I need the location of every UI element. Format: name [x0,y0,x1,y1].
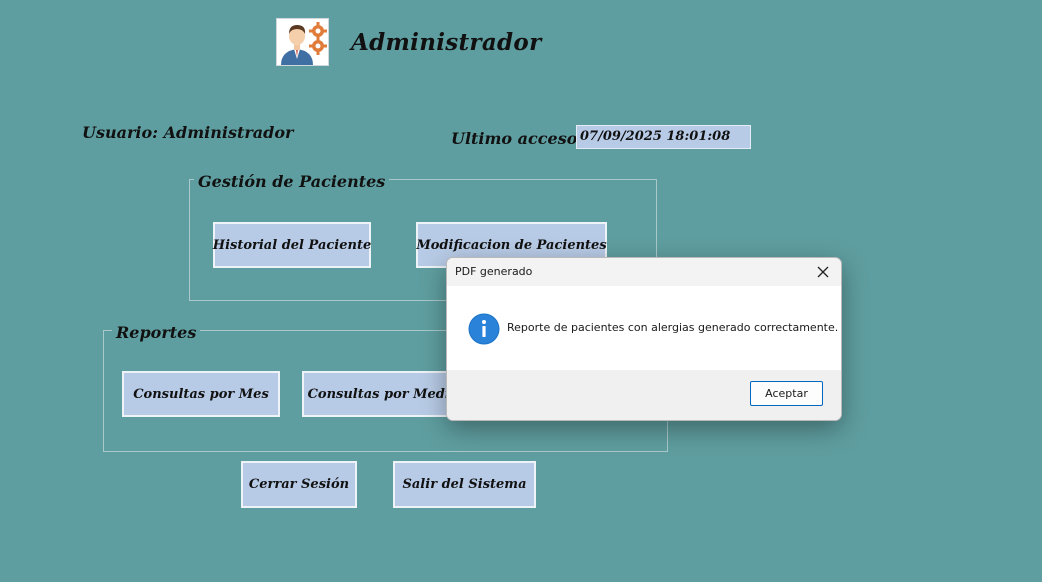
last-access-field: 07/09/2025 18:01:08 [576,125,751,149]
exit-system-button[interactable]: Salir del Sistema [393,461,536,508]
dialog-footer: Aceptar [447,370,841,420]
logout-button[interactable]: Cerrar Sesión [241,461,357,508]
accept-button[interactable]: Aceptar [750,381,823,406]
dialog-title: PDF generado [455,265,533,278]
user-label: Usuario: Administrador [82,123,294,142]
page-title: Administrador [351,29,542,56]
info-icon [468,313,500,349]
patients-group-title: Gestión de Pacientes [194,172,390,191]
close-icon[interactable] [811,260,835,284]
dialog-titlebar: PDF generado [447,258,841,286]
pdf-generated-dialog: PDF generado Reporte de pacientes con al… [446,257,842,421]
reports-group-title: Reportes [112,323,201,342]
admin-avatar-icon [276,18,329,66]
dialog-body: Reporte de pacientes con alergias genera… [447,286,841,372]
consults-by-month-button[interactable]: Consultas por Mes [122,371,280,417]
patient-history-button[interactable]: Historial del Paciente [213,222,371,268]
last-access-label: Ultimo acceso: [451,129,584,148]
dialog-message: Reporte de pacientes con alergias genera… [507,321,839,334]
